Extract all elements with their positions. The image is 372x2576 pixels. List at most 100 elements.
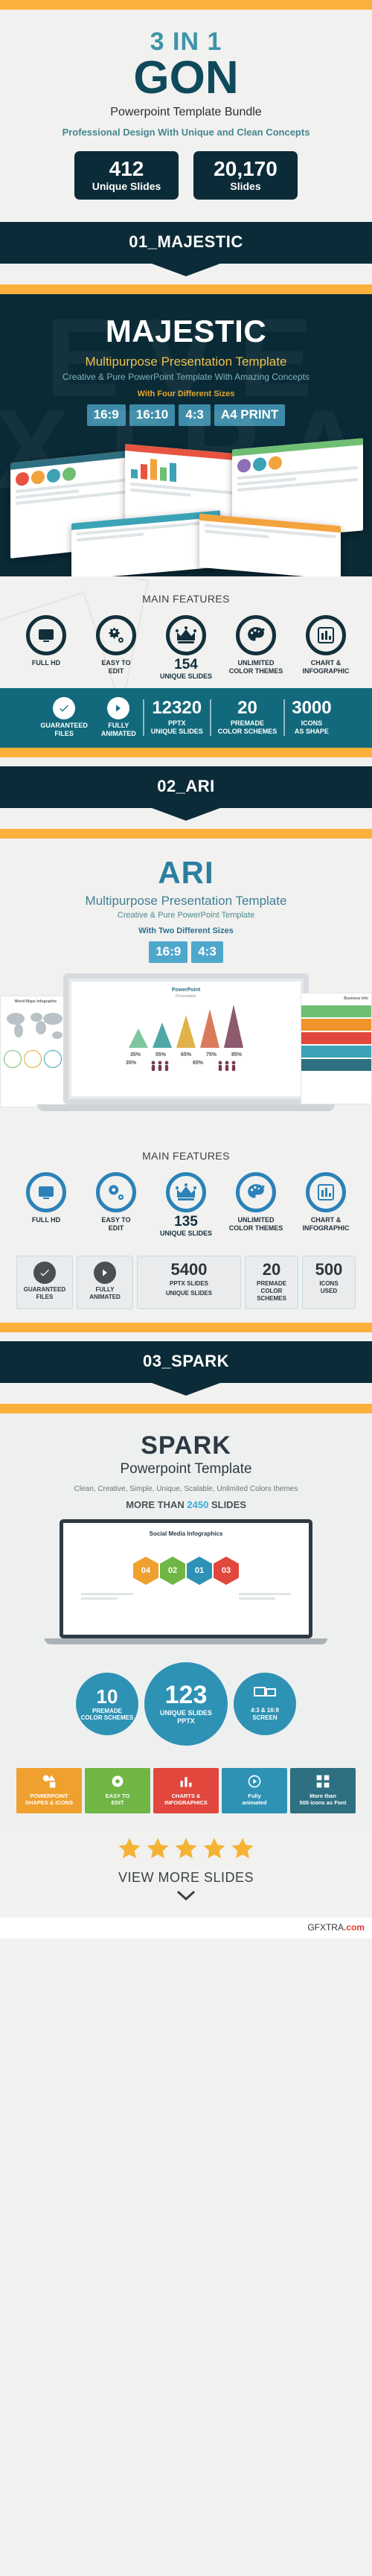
slide-title: PowerPoint: [171, 988, 201, 993]
world-map-slide-thumb: World Maps Infographic: [0, 996, 71, 1108]
strip-label: PREMADE COLOR SCHEMES: [217, 719, 278, 736]
hero-stat-boxes: 412 Unique Slides 20,170 Slides: [0, 150, 372, 200]
shapes-icon: [19, 1774, 79, 1789]
strip-item: 3000 ICONS AS SHAPE: [283, 699, 338, 737]
feature-item: FULL HD: [15, 615, 77, 681]
play-icon: [225, 1774, 284, 1789]
ari-subtitle: Multipurpose Presentation Template: [85, 894, 287, 909]
thumb-label: Business Info: [344, 996, 368, 1002]
majestic-hero: E V EX T R A MAJESTIC Multipurpose Prese…: [0, 294, 372, 577]
card-label: FULLY ANIMATED: [89, 1286, 121, 1301]
feature-label: FULL HD: [31, 1216, 61, 1224]
top-accent-bar: [0, 0, 372, 10]
size-badge[interactable]: 16:10: [129, 404, 176, 427]
percent-label: 65%: [193, 1060, 204, 1066]
stat-number: 123: [164, 1681, 208, 1710]
strip-label: PPTX UNIQUE SLIDES: [150, 719, 203, 736]
feature-item: FULL HD: [15, 1172, 77, 1238]
accent-bar: [0, 284, 372, 295]
palette-icon: [236, 615, 276, 656]
size-badge[interactable]: 16:9: [86, 404, 126, 427]
spark-stat-circles: 10 PREMADE COLOR SCHEMES 123 UNIQUE SLIDE…: [0, 1662, 372, 1746]
feature-label: UNIQUE SLIDES: [159, 672, 212, 681]
feature-label: UNLIMITED COLOR THEMES: [228, 1216, 283, 1233]
gear-icon: [96, 615, 136, 656]
view-more-label[interactable]: VIEW MORE SLIDES: [0, 1870, 372, 1886]
stat-number: 20,170: [214, 156, 278, 180]
hex-item: 04: [133, 1556, 158, 1586]
stat-circle: 10 PREMADE COLOR SCHEMES: [76, 1673, 138, 1736]
slide-chart-labels: 35% 55% 65% 75% 85%: [71, 1052, 301, 1058]
size-badge[interactable]: 16:9: [149, 941, 188, 964]
size-badge[interactable]: 4:3: [191, 941, 223, 964]
tile-item: Fully animated: [222, 1768, 287, 1813]
tile-item: EASY TO EDIT: [85, 1768, 150, 1813]
chart-label: 35%: [129, 1052, 141, 1058]
chart-icon: [156, 1774, 216, 1789]
hex-infographic: 04 02 01 03: [63, 1556, 309, 1586]
majestic-title: MAJESTIC: [105, 314, 267, 349]
majestic-slide-mockups: [0, 436, 372, 577]
play-icon: [107, 696, 130, 719]
accent-bar: [0, 1323, 372, 1333]
feature-item: 135 UNIQUE SLIDES: [155, 1172, 217, 1238]
slide-title: Social Media Infographics: [149, 1530, 223, 1538]
feature-number: 154: [174, 657, 198, 673]
majestic-size-badges: 16:9 16:10 4:3 A4 PRINT: [0, 404, 372, 427]
accent-bar: [0, 1404, 372, 1414]
strip-number: 3000: [292, 697, 332, 718]
features-heading: MAIN FEATURES: [142, 1150, 230, 1163]
card-item: 20 PREMADE COLOR SCHEMES: [245, 1256, 298, 1310]
card-number: 5400: [170, 1260, 208, 1279]
tile-item: More than 500 icons as Font: [290, 1768, 356, 1813]
stat-label: UNIQUE SLIDES PPTX: [159, 1709, 212, 1726]
feature-label: EASY TO EDIT: [101, 659, 131, 675]
more-than-suffix: SLIDES: [211, 1499, 246, 1511]
tile-item: POWERPOINT SHAPES & ICONS: [16, 1768, 82, 1813]
size-badge[interactable]: A4 PRINT: [214, 404, 286, 427]
hero-brand-title: GON: [133, 52, 239, 104]
card-sup-label: PPTX SLIDES: [169, 1280, 208, 1288]
chart-label: 55%: [155, 1052, 166, 1058]
stat-label: Unique Slides: [92, 180, 161, 193]
strip-item: FULLY ANIMATED: [94, 696, 143, 739]
feature-label: UNIQUE SLIDES: [159, 1230, 212, 1238]
feature-label: UNLIMITED COLOR THEMES: [228, 659, 283, 675]
strip-number: 12320: [152, 697, 202, 718]
crown-icon: [166, 615, 206, 656]
ari-sizes-label: With Two Different Sizes: [138, 926, 234, 936]
strip-item: GUARANTEED FILES: [33, 696, 94, 739]
star-icon: [147, 1837, 169, 1859]
size-badge[interactable]: 4:3: [179, 404, 211, 427]
badge-check-icon: [33, 1262, 56, 1285]
hero-stat-box: 20,170 Slides: [193, 150, 298, 200]
feature-item: UNLIMITED COLOR THEMES: [225, 1172, 287, 1238]
card-item: FULLY ANIMATED: [77, 1256, 133, 1310]
check-icon: [53, 696, 76, 719]
site-watermark: GFXTRA.com: [0, 1917, 372, 1939]
hero-eyebrow: 3 IN 1: [150, 28, 222, 56]
stat-label: PREMADE COLOR SCHEMES: [80, 1707, 134, 1722]
feature-item: EASY TO EDIT: [85, 615, 147, 681]
tile-label: EASY TO EDIT: [105, 1793, 130, 1807]
chevron-down-icon[interactable]: [0, 1890, 372, 1904]
screen-ratio-icon: [254, 1687, 276, 1705]
spark-subtitle: Powerpoint Template: [120, 1461, 252, 1478]
watermark-suffix: .com: [343, 1921, 365, 1933]
stat-label: 4:3 & 16:9 SCREEN: [251, 1707, 279, 1721]
card-item: 500 ICONS USED: [302, 1256, 356, 1310]
strip-item: 20 PREMADE COLOR SCHEMES: [209, 699, 284, 737]
feature-number: 135: [174, 1214, 198, 1230]
tile-label: POWERPOINT SHAPES & ICONS: [25, 1793, 74, 1807]
hero-section: 3 IN 1 GON Powerpoint Template Bundle Pr…: [0, 10, 372, 223]
majestic-sizes-label: With Four Different Sizes: [137, 389, 235, 399]
star-icon: [175, 1837, 197, 1859]
business-info-slide-thumb: Business Info: [301, 993, 372, 1105]
section-banner-majestic: 01_MAJESTIC: [0, 222, 372, 264]
feature-icon-row: FULL HD EASY TOEDIT 154 UNIQUE SLIDES U: [0, 615, 372, 681]
chart-label: 75%: [206, 1052, 217, 1058]
play-icon: [94, 1262, 116, 1285]
majestic-description: Creative & Pure PowerPoint Template With…: [62, 372, 310, 383]
monitor-icon: [26, 615, 66, 656]
feature-item: CHART & INFOGRAPHIC: [295, 615, 357, 681]
